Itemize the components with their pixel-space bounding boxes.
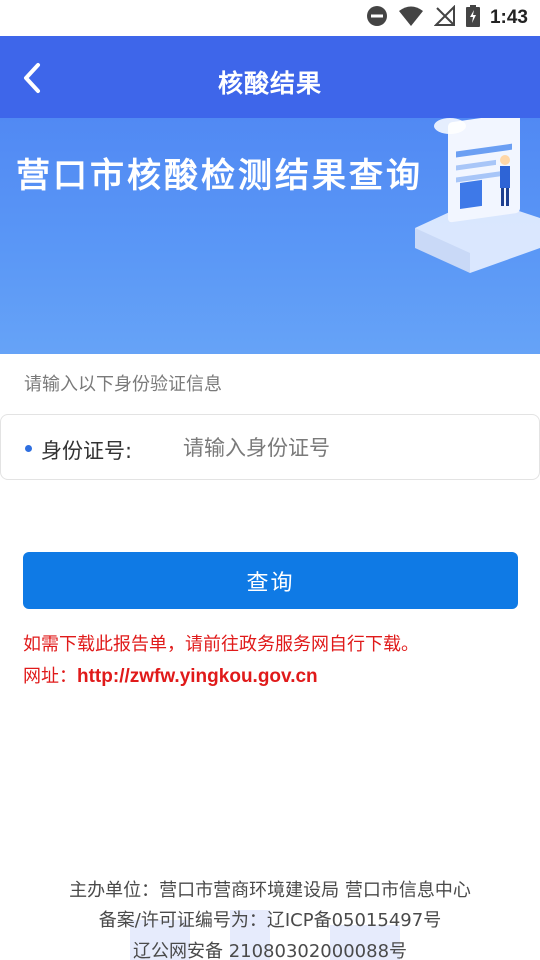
bullet-dot bbox=[25, 445, 32, 452]
status-time: 1:43 bbox=[489, 7, 528, 28]
footer-icp: 备案/许可证编号为：辽ICP备05015497号 bbox=[98, 910, 442, 931]
footer-police-record: 辽公网安备 21080302000088号 bbox=[132, 941, 408, 960]
footer-organizer: 主办单位：营口市营商环境建设局 营口市信息中心 bbox=[69, 880, 471, 901]
download-notice: 如需下载此报告单，请前往政务服务网自行下载。 bbox=[23, 634, 419, 655]
report-illustration-icon bbox=[410, 118, 540, 278]
status-bar: 1:43 bbox=[0, 0, 540, 36]
query-button[interactable]: 查询 bbox=[23, 552, 518, 609]
id-number-input[interactable] bbox=[183, 429, 503, 467]
id-number-row: 身份证号: bbox=[0, 414, 540, 480]
status-icons: 1:43 bbox=[366, 4, 528, 31]
no-signal-icon bbox=[433, 4, 456, 31]
app-bar: 核酸结果 bbox=[0, 36, 540, 118]
page-title: 核酸结果 bbox=[217, 69, 322, 98]
do-not-disturb-icon bbox=[366, 5, 388, 31]
battery-icon bbox=[465, 5, 480, 31]
website-label: 网址： bbox=[23, 666, 77, 687]
banner-title: 营口市核酸检测结果查询 bbox=[16, 156, 423, 196]
website-notice: 网址：http://zwfw.yingkou.gov.cn bbox=[23, 662, 318, 688]
wifi-icon bbox=[398, 5, 424, 31]
website-link[interactable]: http://zwfw.yingkou.gov.cn bbox=[77, 666, 318, 687]
banner: 营口市核酸检测结果查询 bbox=[0, 118, 540, 354]
form-hint: 请输入以下身份验证信息 bbox=[24, 374, 222, 395]
id-number-label: 身份证号: bbox=[41, 439, 133, 463]
